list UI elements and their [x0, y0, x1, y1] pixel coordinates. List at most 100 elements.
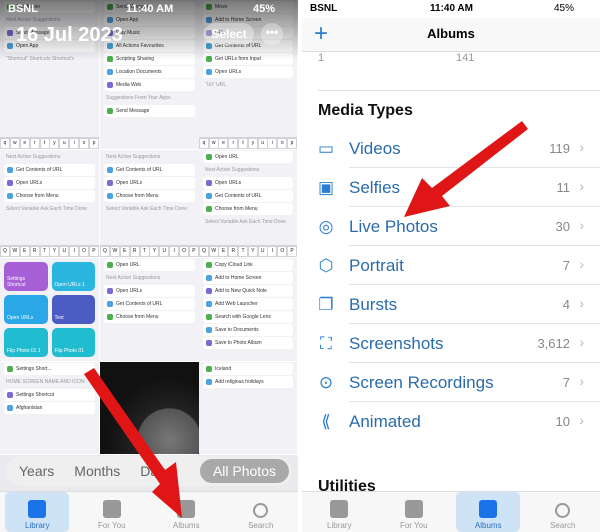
segment-all-photos[interactable]: All Photos	[199, 459, 289, 483]
tab-for-you[interactable]: For You	[382, 492, 446, 532]
album-row-live-photos[interactable]: ◎ Live Photos 30 ›	[302, 207, 600, 246]
album-row-screenshots[interactable]: ⛶ Screenshots 3,612 ›	[302, 324, 600, 363]
tab-search[interactable]: Search	[531, 492, 595, 532]
carrier: BSNL	[310, 3, 338, 14]
battery: 45%	[253, 3, 276, 15]
thumbnail-text: Get Contents of URL	[4, 164, 95, 176]
album-count: 3,612	[537, 336, 570, 351]
thumbnail-text: Open URLs	[104, 177, 195, 189]
keyboard: QWERTYUIOP	[199, 245, 297, 257]
bursts-icon: ❐	[318, 295, 334, 314]
thumbnail-text: Send Message	[104, 105, 195, 117]
album-count: 30	[555, 219, 570, 234]
album-row-bursts[interactable]: ❐ Bursts 4 ›	[302, 285, 600, 324]
thumbnail-text: Location Documents	[104, 66, 195, 78]
chevron-right-icon: ›	[579, 295, 584, 311]
tab-label: For You	[399, 521, 428, 530]
more-button[interactable]: •••	[261, 23, 283, 45]
album-label: 1	[318, 52, 325, 64]
shortcut-tile: Flip Photo 01	[51, 328, 95, 357]
thumbnail-text: Open URLs	[203, 66, 293, 78]
search-icon	[555, 503, 571, 518]
photo-thumbnail[interactable]: Settings Shortcut Open URLs 1 Open URLs Tex…	[0, 258, 100, 362]
thumbnail-text: Copy iCloud Link	[203, 259, 293, 271]
thumbnail-text: Save to Photo Album	[203, 337, 293, 349]
shortcut-tile-label: Flip Photo 01 1	[7, 348, 41, 354]
photo-thumbnail[interactable]	[100, 362, 200, 455]
thumbnail-text: Open URLs	[203, 177, 293, 189]
carrier: BSNL	[8, 3, 38, 15]
thumbnail-text: Select Variable Ask Each Time Done	[205, 219, 287, 225]
album-row-animated[interactable]: ⟪ Animated 10 ›	[302, 402, 600, 441]
photos-library-icon	[28, 500, 47, 518]
keyboard: QWERTYUIOP	[0, 245, 99, 257]
tab-search[interactable]: Search	[229, 492, 293, 532]
selfie-icon: ▣	[317, 178, 335, 197]
keyboard: qwertyuiop	[199, 137, 297, 149]
section-media-types: Media Types	[318, 102, 413, 119]
thumbnail-text: Get Contents of URL	[104, 298, 195, 310]
photo-thumbnail[interactable]: Open URL Next Action Suggestions Open URLs…	[199, 150, 298, 258]
keyboard: QWERTYUIOP	[100, 245, 199, 257]
tab-label: Library	[25, 521, 50, 530]
thumbnail-text: Next Action Suggestions	[106, 154, 161, 160]
page-title: Albums	[427, 26, 475, 41]
photo-thumbnail[interactable]: Open URL Next Action Suggestions Open URLs…	[100, 258, 200, 362]
chevron-right-icon: ›	[579, 334, 584, 350]
album-row-selfies[interactable]: ▣ Selfies 11 ›	[302, 168, 600, 207]
shortcut-tile: Open URLs 1	[51, 262, 95, 291]
for-you-icon	[102, 500, 121, 518]
thumbnail-text: Open URL	[203, 151, 293, 163]
photo-thumbnail[interactable]: Copy iCloud Link Add to Home Screen Add to…	[199, 258, 298, 362]
tab-library[interactable]: Library	[307, 492, 371, 532]
select-button[interactable]: Select	[204, 23, 254, 45]
shortcut-tile-label: Settings Shortcut	[7, 276, 26, 288]
clock: 11:40 AM	[126, 3, 174, 15]
thumbnail-text: Settings Short...	[4, 363, 95, 375]
chevron-right-icon: ›	[579, 139, 584, 155]
tab-library[interactable]: Library	[5, 492, 70, 532]
photos-library-icon	[330, 500, 349, 518]
thumbnail-text: Choose from Menu	[203, 203, 293, 215]
tab-albums[interactable]: Albums	[456, 492, 521, 532]
thumbnail-text: Get Contents of URL	[104, 164, 195, 176]
photo-thumbnail[interactable]: Next Action Suggestions Get Contents of U…	[100, 150, 200, 258]
tab-label: For You	[97, 521, 126, 530]
battery: 45%	[554, 3, 575, 14]
thumbnail-text: Afghanistan	[4, 402, 95, 414]
thumbnail-text: Search with Google Lens	[203, 311, 293, 323]
shortcut-tile-label: Text	[54, 315, 64, 321]
tab-albums[interactable]: Albums	[154, 492, 218, 532]
thumbnail-text: Add to New Quick Note	[203, 285, 293, 297]
screen-recording-icon: ⊙	[318, 373, 334, 392]
segment-days[interactable]: Days	[130, 459, 182, 483]
segment-years[interactable]: Years	[9, 459, 64, 483]
album-row-portrait[interactable]: ⬡ Portrait 7 ›	[302, 246, 600, 285]
thumbnail-text: HOME SCREEN NAME AND ICON	[6, 379, 85, 385]
photo-thumbnail[interactable]: Iceland Add religious holidays	[199, 362, 298, 455]
thumbnail-text: Choose from Menu	[4, 190, 95, 202]
photos-library-screen: Add ActionNext Action SuggestionsSend Me…	[0, 0, 298, 532]
chevron-right-icon: ›	[579, 178, 584, 194]
album-name: Live Photos	[349, 217, 438, 236]
tab-for-you[interactable]: For You	[80, 492, 144, 532]
thumbnail-text: Suggestions From Your Apps	[106, 95, 171, 101]
thumbnail-text: Choose from Menu	[104, 311, 195, 323]
album-row-videos[interactable]: ▭ Videos 119 ›	[302, 129, 600, 168]
albums-icon	[479, 500, 498, 518]
thumbnail-text: Open URLs	[104, 285, 195, 297]
chevron-right-icon: ›	[579, 217, 584, 233]
album-count: 119	[549, 141, 570, 156]
album-row-screen-recordings[interactable]: ⊙ Screen Recordings 7 ›	[302, 363, 600, 402]
shortcut-tile-label: Open URLs 1	[54, 282, 85, 288]
photo-thumbnail[interactable]: Next Action Suggestions Get Contents of U…	[0, 150, 100, 258]
segment-months[interactable]: Months	[64, 459, 130, 483]
screenshot-icon: ⛶	[320, 334, 332, 353]
album-count: 4	[562, 297, 570, 312]
shortcut-tile-label: Flip Photo 01	[54, 348, 84, 354]
animated-icon: ⟪	[321, 412, 331, 431]
album-name: Videos	[349, 139, 401, 158]
thumbnail-text: Select Variable Ask Each Time Done	[6, 206, 88, 212]
photo-thumbnail[interactable]: Settings Short... HOME SCREEN NAME AND IC…	[0, 362, 100, 455]
albums-screen: BSNL 11:40 AM 45% + Albums 1 141 Media T…	[302, 0, 600, 532]
